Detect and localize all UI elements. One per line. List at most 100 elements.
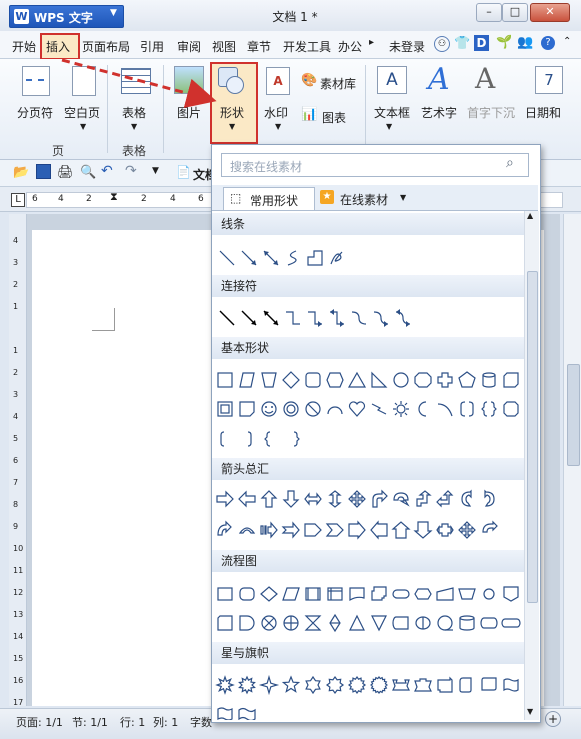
basic-shape-icon[interactable] — [305, 401, 321, 417]
flowchart-shape-icon[interactable] — [459, 615, 475, 631]
star-banner-shape-icon[interactable] — [215, 675, 235, 695]
flowchart-shape-icon[interactable] — [349, 587, 365, 602]
flowchart-shape-icon[interactable] — [437, 615, 453, 631]
basic-shape-icon[interactable] — [283, 401, 299, 417]
flowchart-shape-icon[interactable] — [414, 588, 432, 600]
arrow-shape-icon[interactable] — [238, 490, 256, 508]
flowchart-shape-icon[interactable] — [501, 618, 521, 628]
basic-shape-icon[interactable] — [347, 371, 367, 388]
flowchart-shape-icon[interactable] — [503, 586, 519, 602]
flowchart-shape-icon[interactable] — [371, 586, 387, 601]
arrow-shape-icon[interactable] — [260, 521, 278, 539]
flowchart-shape-icon[interactable] — [327, 587, 343, 601]
basic-shape-icon[interactable] — [460, 401, 474, 417]
arrow-shape-icon[interactable] — [416, 490, 432, 507]
star-banner-shape-icon[interactable] — [392, 679, 410, 691]
basic-shape-icon[interactable] — [437, 372, 453, 388]
basic-shape-icon[interactable] — [305, 372, 321, 388]
basic-shape-icon[interactable] — [371, 371, 388, 388]
flowchart-shape-icon[interactable] — [392, 616, 409, 630]
flowchart-shape-icon[interactable] — [483, 588, 495, 600]
shape-grid[interactable] — [212, 145, 524, 720]
line-shape-icon[interactable] — [241, 250, 257, 266]
arrow-shape-icon[interactable] — [372, 489, 388, 508]
scroll-up-icon[interactable]: ▲ — [527, 211, 533, 220]
star-banner-shape-icon[interactable] — [281, 675, 301, 693]
scroll-down-icon[interactable]: ▼ — [527, 707, 533, 716]
line-shape-icon[interactable] — [219, 250, 235, 266]
basic-shape-icon[interactable] — [393, 372, 409, 388]
connector-shape-icon[interactable] — [286, 311, 300, 325]
basic-shape-icon[interactable] — [393, 401, 409, 417]
arrow-shape-icon[interactable] — [484, 489, 495, 507]
flowchart-shape-icon[interactable] — [349, 614, 365, 631]
basic-shape-icon[interactable] — [217, 372, 233, 388]
arrow-shape-icon[interactable] — [238, 527, 256, 534]
flowchart-shape-icon[interactable] — [239, 615, 255, 631]
basic-shape-icon[interactable] — [418, 401, 427, 417]
arrow-shape-icon[interactable] — [328, 490, 342, 508]
star-banner-shape-icon[interactable] — [325, 675, 345, 695]
flowchart-shape-icon[interactable] — [458, 588, 476, 600]
basic-shape-icon[interactable] — [327, 406, 343, 415]
star-banner-shape-icon[interactable] — [238, 707, 256, 721]
flowchart-shape-icon[interactable] — [260, 586, 278, 602]
connector-shape-icon[interactable] — [308, 311, 322, 327]
arrow-shape-icon[interactable] — [348, 490, 366, 508]
star-banner-shape-icon[interactable] — [238, 675, 256, 695]
connector-shape-icon[interactable] — [241, 310, 257, 326]
connector-shape-icon[interactable] — [373, 311, 389, 327]
arrow-shape-icon[interactable] — [461, 489, 472, 507]
line-shape-icon[interactable] — [263, 250, 279, 266]
arrow-shape-icon[interactable] — [304, 523, 322, 537]
line-shape-icon[interactable] — [287, 250, 297, 266]
basic-shape-icon[interactable] — [503, 372, 519, 388]
connector-shape-icon[interactable] — [263, 310, 279, 326]
basic-shape-icon[interactable] — [261, 401, 277, 417]
arrow-shape-icon[interactable] — [325, 523, 344, 537]
flowchart-shape-icon[interactable] — [371, 615, 387, 632]
star-banner-shape-icon[interactable] — [481, 677, 497, 691]
connector-shape-icon[interactable] — [351, 311, 367, 325]
basic-shape-icon[interactable] — [481, 401, 497, 417]
flowchart-shape-icon[interactable] — [217, 615, 233, 631]
arrow-shape-icon[interactable] — [260, 490, 278, 508]
star-banner-shape-icon[interactable] — [503, 678, 519, 692]
arrow-shape-icon[interactable] — [281, 521, 300, 539]
star-banner-shape-icon[interactable] — [305, 675, 321, 695]
basic-shape-icon[interactable] — [247, 431, 252, 447]
star-banner-shape-icon[interactable] — [347, 675, 367, 695]
star-banner-shape-icon[interactable] — [459, 677, 472, 693]
star-banner-shape-icon[interactable] — [258, 674, 280, 696]
flowchart-shape-icon[interactable] — [261, 615, 277, 631]
panel-scrollbar[interactable]: ▲ ▼ — [524, 211, 539, 720]
arrow-shape-icon[interactable] — [436, 523, 454, 537]
connector-shape-icon[interactable] — [395, 309, 411, 327]
arrow-shape-icon[interactable] — [217, 520, 232, 536]
flowchart-shape-icon[interactable] — [304, 615, 322, 631]
star-banner-shape-icon[interactable] — [370, 676, 388, 694]
basic-shape-icon[interactable] — [239, 372, 255, 388]
basic-shape-icon[interactable] — [217, 401, 233, 417]
connector-shape-icon[interactable] — [219, 310, 235, 326]
star-banner-shape-icon[interactable] — [437, 676, 453, 693]
line-shape-icon[interactable] — [307, 250, 323, 266]
arrow-shape-icon[interactable] — [413, 521, 433, 539]
basic-shape-icon[interactable] — [261, 372, 277, 388]
basic-shape-icon[interactable] — [264, 431, 271, 447]
basic-shape-icon[interactable] — [348, 401, 366, 417]
star-banner-shape-icon[interactable] — [217, 707, 233, 720]
flowchart-shape-icon[interactable] — [392, 589, 410, 599]
basic-shape-icon[interactable] — [220, 431, 225, 447]
arrow-shape-icon[interactable] — [348, 520, 366, 540]
basic-shape-icon[interactable] — [326, 372, 344, 388]
arrow-shape-icon[interactable] — [482, 520, 498, 533]
basic-shape-icon[interactable] — [482, 372, 496, 388]
arrow-shape-icon[interactable] — [282, 490, 300, 508]
basic-shape-icon[interactable] — [239, 401, 255, 417]
arrow-shape-icon[interactable] — [216, 490, 234, 508]
basic-shape-icon[interactable] — [371, 403, 387, 415]
star-banner-shape-icon[interactable] — [414, 678, 432, 692]
connector-shape-icon[interactable] — [330, 309, 344, 327]
flowchart-shape-icon[interactable] — [415, 616, 431, 630]
